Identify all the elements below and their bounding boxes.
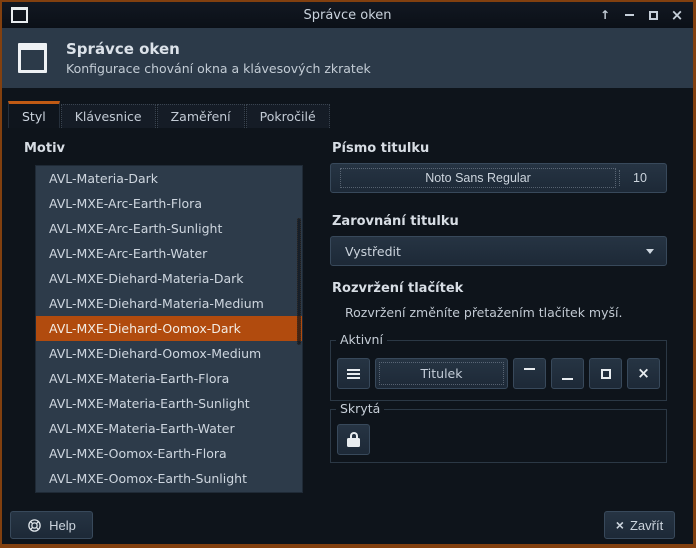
tab-styl[interactable]: Styl (8, 101, 60, 128)
close-icon: × (615, 517, 624, 533)
close-button[interactable]: × (668, 6, 686, 24)
title-alignment-select[interactable]: Vystředit (330, 236, 667, 266)
theme-list-item[interactable]: AVL-MXE-Oomox-Earth-Flora (36, 441, 302, 466)
header-text: Správce oken Konfigurace chování okna a … (66, 40, 371, 76)
theme-list-item[interactable]: AVL-MXE-Oomox-Earth-Sunlight (36, 466, 302, 491)
window-manager-dialog: Správce oken ↑ × Správce oken Konfigurac… (0, 0, 696, 548)
theme-list-item[interactable]: AVL-MXE-Diehard-Materia-Medium (36, 291, 302, 316)
active-button-row: Titulek × (337, 358, 660, 389)
font-size-value: 10 (633, 171, 647, 185)
tab-klavesnice[interactable]: Klávesnice (60, 104, 156, 128)
title-placeholder-button[interactable]: Titulek (375, 358, 508, 389)
menu-button[interactable] (337, 358, 370, 389)
theme-list-item[interactable]: AVL-MXE-Arc-Earth-Water (36, 241, 302, 266)
shade-icon: ↑ (599, 8, 611, 22)
theme-list-item[interactable]: AVL-MXE-Diehard-Oomox-Medium (36, 341, 302, 366)
theme-section-label: Motiv (24, 141, 66, 156)
tab-pokrocile[interactable]: Pokročilé (245, 104, 330, 128)
theme-list-item[interactable]: AVL-MXE-Arc-Earth-Sunlight (36, 216, 302, 241)
close-icon: × (637, 364, 650, 382)
window-manager-icon (18, 43, 47, 73)
titlebar[interactable]: Správce oken ↑ × (2, 2, 693, 28)
maximize-icon (600, 368, 611, 379)
font-name-label: Noto Sans Regular (337, 165, 619, 191)
theme-list-item[interactable]: AVL-MXE-Materia-Earth-Water (36, 416, 302, 441)
alignment-value: Vystředit (345, 243, 401, 259)
maximize-layout-button[interactable] (589, 358, 622, 389)
window-controls: ↑ × (596, 6, 693, 24)
minimize-icon (562, 377, 573, 380)
shade-layout-button[interactable] (513, 358, 546, 389)
close-icon: × (670, 5, 684, 24)
close-layout-button[interactable]: × (627, 358, 660, 389)
close-button-label: Zavřít (629, 517, 664, 533)
dropdown-arrow-icon (646, 248, 654, 254)
sticky-layout-button[interactable] (337, 424, 370, 455)
alignment-section-label: Zarovnání titulku (332, 214, 459, 229)
minimize-layout-button[interactable] (551, 358, 584, 389)
font-section-label: Písmo titulku (332, 141, 430, 156)
hidden-buttons-frame: Skrytá (330, 401, 667, 463)
help-button-label: Help (49, 517, 76, 533)
shade-button[interactable]: ↑ (596, 6, 614, 24)
close-dialog-button[interactable]: × Zavřít (604, 511, 675, 539)
button-layout-section-label: Rozvržení tlačítek (332, 281, 464, 296)
dialog-header: Správce oken Konfigurace chování okna a … (2, 28, 693, 88)
theme-list-item[interactable]: AVL-MXE-Diehard-Oomox-Dark (36, 316, 302, 341)
tab-bar: Styl Klávesnice Zaměření Pokročilé (8, 101, 330, 128)
help-icon (28, 518, 41, 532)
theme-list-item[interactable]: AVL-Materia-Dark (36, 166, 302, 191)
lock-icon (347, 432, 360, 447)
menu-icon (347, 368, 360, 379)
theme-list-item[interactable]: AVL-MXE-Materia-Earth-Sunlight (36, 391, 302, 416)
shade-icon (524, 367, 535, 370)
window-title: Správce oken (303, 7, 392, 23)
hidden-frame-label: Skrytá (336, 401, 385, 416)
maximize-button[interactable] (644, 6, 662, 24)
theme-list-item[interactable]: AVL-MXE-Materia-Earth-Flora (36, 366, 302, 391)
maximize-icon (648, 10, 658, 20)
page-title: Správce oken (66, 40, 180, 58)
theme-list-item[interactable]: AVL-MXE-Diehard-Materia-Dark (36, 266, 302, 291)
active-buttons-frame: Aktivní Titulek × (330, 332, 667, 401)
theme-list-item[interactable]: AVL-MXE-Arc-Earth-Flora (36, 191, 302, 216)
help-button[interactable]: Help (10, 511, 93, 539)
title-font-button[interactable]: Noto Sans Regular 10 (330, 163, 667, 193)
scrollbar-thumb[interactable] (297, 218, 301, 345)
theme-list: AVL-Materia-Dark AVL-MXE-Arc-Earth-Flora A… (35, 165, 303, 493)
page-subtitle: Konfigurace chování okna a klávesových z… (66, 61, 371, 76)
minimize-button[interactable] (620, 6, 638, 24)
active-frame-label: Aktivní (336, 332, 387, 347)
tab-zamereni[interactable]: Zaměření (156, 104, 245, 128)
button-layout-hint: Rozvržení změníte přetažením tlačítek my… (345, 305, 623, 320)
minimize-icon (624, 14, 634, 16)
window-icon (11, 7, 28, 23)
